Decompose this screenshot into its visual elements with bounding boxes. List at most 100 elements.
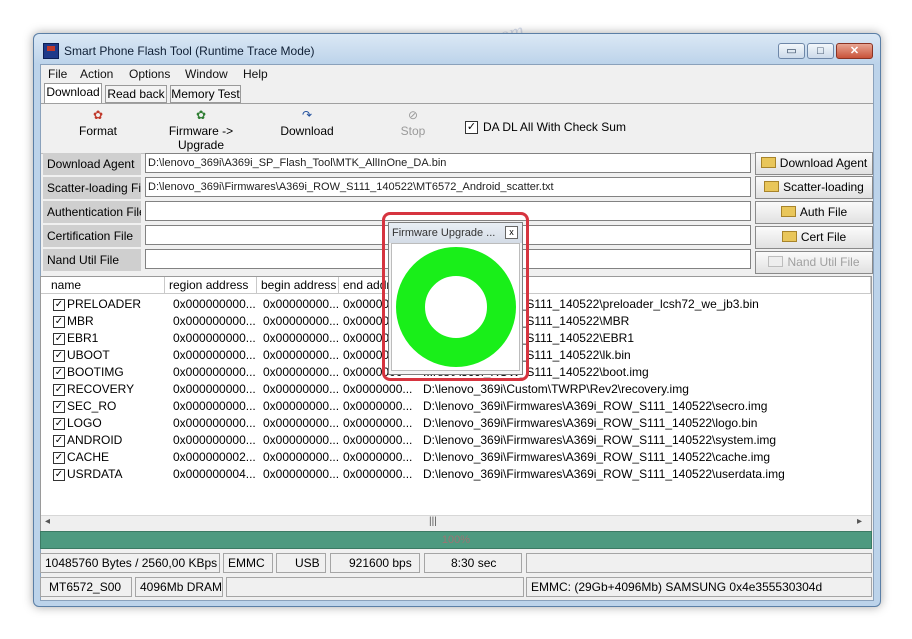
- row-checkbox[interactable]: ✓: [53, 333, 65, 345]
- cell-end: 0x0000000...: [343, 382, 413, 396]
- stop-button[interactable]: ⊘ Stop: [393, 105, 433, 139]
- cell-region: 0x000000000...: [173, 416, 256, 430]
- col-name[interactable]: name: [41, 277, 165, 294]
- table-row[interactable]: ✓ LOGO 0x000000000... 0x00000000... 0x000000…: [41, 415, 871, 432]
- cert-file-label: Certification File: [43, 225, 141, 247]
- row-checkbox[interactable]: ✓: [53, 350, 65, 362]
- tab-read-back[interactable]: Read back: [105, 85, 167, 103]
- download-button[interactable]: ↷ Download: [274, 105, 340, 139]
- cell-location: D:\lenovo_369i\Firmwares\A369i_ROW_S111_…: [423, 467, 785, 481]
- scroll-left-icon[interactable]: ◂: [45, 516, 50, 527]
- scatter-loading-button-label: Scatter-loading: [783, 180, 864, 194]
- row-checkbox[interactable]: ✓: [53, 452, 65, 464]
- download-agent-input[interactable]: D:\lenovo_369i\A369i_SP_Flash_Tool\MTK_A…: [145, 153, 751, 173]
- cell-name: SEC_RO: [67, 399, 117, 413]
- scatter-loading-button[interactable]: Scatter-loading: [755, 176, 873, 199]
- minimize-button[interactable]: ▭: [778, 43, 805, 59]
- row-checkbox[interactable]: ✓: [53, 435, 65, 447]
- close-icon: ✕: [849, 45, 860, 57]
- menu-options[interactable]: Options: [129, 67, 170, 81]
- firmware-upgrade-dialog: Firmware Upgrade ... x: [388, 222, 523, 375]
- horizontal-scrollbar[interactable]: ◂ ||| ▸: [41, 515, 871, 531]
- cell-begin: 0x00000000...: [263, 416, 339, 430]
- col-region-address[interactable]: region address: [165, 277, 257, 294]
- format-label: Format: [78, 124, 117, 138]
- row-checkbox[interactable]: ✓: [53, 469, 65, 481]
- table-row[interactable]: ✓ USRDATA 0x000000004... 0x00000000... 0x000…: [41, 466, 871, 483]
- cell-region: 0x000000000...: [173, 314, 256, 328]
- cell-location: D:\lenovo_369i\Firmwares\A369i_ROW_S111_…: [423, 399, 768, 413]
- cell-begin: 0x00000000...: [263, 348, 339, 362]
- status-time: 8:30 sec: [424, 553, 522, 573]
- auth-file-button[interactable]: Auth File: [755, 201, 873, 224]
- status-blank: [226, 577, 524, 597]
- cell-name: PRELOADER: [67, 297, 142, 311]
- table-row[interactable]: ✓ CACHE 0x000000002... 0x00000000... 0x00000…: [41, 449, 871, 466]
- cell-begin: 0x00000000...: [263, 382, 339, 396]
- menu-action[interactable]: Action: [80, 67, 113, 81]
- status-empty: [526, 553, 872, 573]
- format-icon: ✿: [92, 108, 104, 122]
- firmware-upgrade-icon: ✿: [195, 108, 207, 122]
- row-checkbox[interactable]: ✓: [53, 401, 65, 413]
- cell-begin: 0x00000000...: [263, 365, 339, 379]
- cell-end: 0x0000000...: [343, 467, 413, 481]
- row-checkbox[interactable]: ✓: [53, 418, 65, 430]
- progress-label: 100%: [441, 534, 471, 546]
- cert-file-button-label: Cert File: [800, 230, 847, 244]
- maximize-button[interactable]: □: [807, 43, 834, 59]
- table-row[interactable]: ✓ ANDROID 0x000000000... 0x00000000... 0x000…: [41, 432, 871, 449]
- cell-region: 0x000000000...: [173, 348, 256, 362]
- format-button[interactable]: ✿ Format: [71, 105, 125, 139]
- row-checkbox[interactable]: ✓: [53, 384, 65, 396]
- progress-ring: [396, 247, 516, 367]
- app-icon: [43, 43, 59, 59]
- scroll-right-icon[interactable]: ▸: [857, 516, 862, 527]
- tab-memory-test[interactable]: Memory Test: [170, 85, 241, 103]
- scroll-thumb-grip-icon[interactable]: |||: [429, 516, 437, 527]
- menu-file[interactable]: File: [48, 67, 67, 81]
- close-button[interactable]: ✕: [836, 43, 873, 59]
- status-port: USB: [276, 553, 326, 573]
- dialog-title[interactable]: Firmware Upgrade ...: [389, 223, 522, 243]
- dialog-close-icon[interactable]: x: [505, 226, 518, 239]
- tab-download[interactable]: Download: [44, 83, 102, 104]
- cell-location: D:\lenovo_369i\Firmwares\A369i_ROW_S111_…: [423, 433, 777, 447]
- da-checksum-checkbox[interactable]: ✓: [465, 121, 478, 134]
- cell-end: 0x0000000...: [343, 399, 413, 413]
- nand-util-label: Nand Util File: [43, 249, 141, 271]
- menu-help[interactable]: Help: [243, 67, 268, 81]
- download-agent-label: Download Agent: [43, 153, 141, 175]
- cert-file-button[interactable]: Cert File: [755, 226, 873, 249]
- cell-name: LOGO: [67, 416, 102, 430]
- scatter-file-label: Scatter-loading File: [43, 177, 141, 199]
- row-checkbox[interactable]: ✓: [53, 367, 65, 379]
- row-checkbox[interactable]: ✓: [53, 316, 65, 328]
- download-icon: ↷: [301, 108, 313, 122]
- cell-location: D:\lenovo_369i\Firmwares\A369i_ROW_S111_…: [423, 450, 771, 464]
- table-row[interactable]: ✓ RECOVERY 0x000000000... 0x00000000... 0x00…: [41, 381, 871, 398]
- window-title: Smart Phone Flash Tool (Runtime Trace Mo…: [64, 44, 315, 58]
- col-begin-address[interactable]: begin address: [257, 277, 339, 294]
- title-bar[interactable]: Smart Phone Flash Tool (Runtime Trace Mo…: [34, 34, 880, 64]
- stop-label: Stop: [400, 124, 426, 138]
- cell-end: 0x0000000...: [343, 450, 413, 464]
- progress-bar: 100%: [40, 531, 872, 549]
- status-baud: 921600 bps: [330, 553, 420, 573]
- menu-window[interactable]: Window: [185, 67, 228, 81]
- cell-name: CACHE: [67, 450, 110, 464]
- cell-region: 0x000000000...: [173, 297, 256, 311]
- row-checkbox[interactable]: ✓: [53, 299, 65, 311]
- cell-region: 0x000000004...: [173, 467, 256, 481]
- cell-region: 0x000000000...: [173, 399, 256, 413]
- cell-name: ANDROID: [67, 433, 123, 447]
- scatter-file-input[interactable]: D:\lenovo_369i\Firmwares\A369i_ROW_S111_…: [145, 177, 751, 197]
- cell-name: USRDATA: [67, 467, 123, 481]
- nand-util-button[interactable]: Nand Util File: [755, 251, 873, 274]
- table-row[interactable]: ✓ SEC_RO 0x000000000... 0x00000000... 0x0000…: [41, 398, 871, 415]
- download-agent-button[interactable]: Download Agent: [755, 152, 873, 175]
- cell-begin: 0x00000000...: [263, 331, 339, 345]
- status-ram: 4096Mb DRAM: [135, 577, 223, 597]
- cell-begin: 0x00000000...: [263, 314, 339, 328]
- firmware-upgrade-button[interactable]: ✿ Firmware -> Upgrade: [146, 105, 256, 153]
